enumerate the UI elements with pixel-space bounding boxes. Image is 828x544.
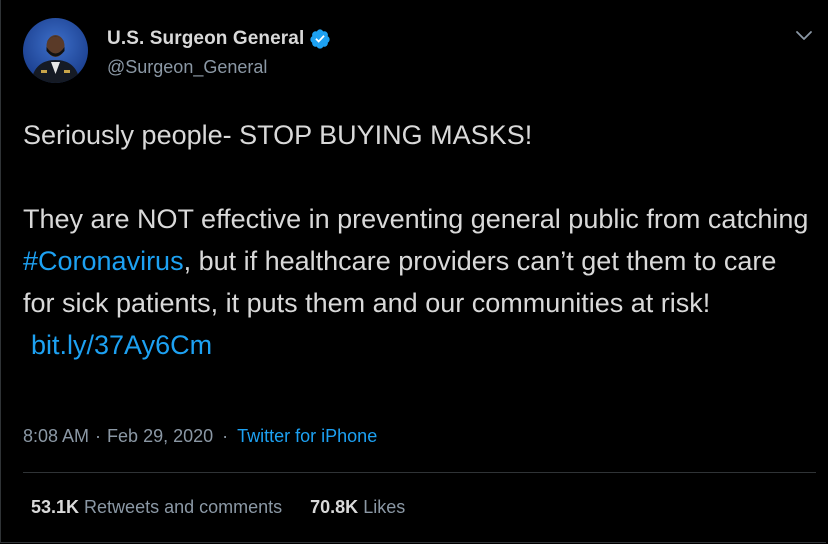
tweet-paragraph-2: They are NOT effective in preventing gen… [23, 198, 813, 324]
handle[interactable]: @Surgeon_General [107, 57, 267, 78]
meta-separator-2: · [222, 426, 229, 446]
retweets-stat[interactable]: 53.1K Retweets and comments [31, 497, 282, 518]
tweet-text: Seriously people- STOP BUYING MASKS! The… [23, 114, 813, 366]
chevron-down-icon[interactable] [794, 28, 814, 44]
divider [23, 472, 816, 473]
likes-label: Likes [363, 497, 406, 517]
tweet-line-1: Seriously people- STOP BUYING MASKS! [23, 120, 533, 150]
retweets-label: Retweets and comments [84, 497, 283, 517]
tweet-meta: 8:08 AM · Feb 29, 2020 · Twitter for iPh… [23, 426, 377, 447]
hashtag-link[interactable]: #Coronavirus [23, 246, 184, 276]
name-row: U.S. Surgeon General [107, 28, 331, 50]
likes-count: 70.8K [310, 497, 359, 517]
tweet-source-link[interactable]: Twitter for iPhone [237, 426, 377, 447]
avatar[interactable] [23, 18, 88, 83]
retweets-count: 53.1K [31, 497, 80, 517]
short-url-link[interactable]: bit.ly/37Ay6Cm [31, 324, 212, 366]
tweet-date[interactable]: Feb 29, 2020 [107, 426, 213, 447]
avatar-image [23, 18, 88, 83]
tweet-card: U.S. Surgeon General @Surgeon_General Se… [0, 0, 826, 543]
display-name[interactable]: U.S. Surgeon General [107, 28, 304, 50]
verified-badge-icon [309, 28, 331, 50]
meta-separator: · [95, 426, 102, 446]
tweet-time[interactable]: 8:08 AM [23, 426, 89, 447]
tweet-stats: 53.1K Retweets and comments 70.8K Likes [31, 497, 433, 518]
likes-stat[interactable]: 70.8K Likes [310, 497, 405, 518]
tweet-text-before-hashtag: They are NOT effective in preventing gen… [23, 204, 809, 234]
